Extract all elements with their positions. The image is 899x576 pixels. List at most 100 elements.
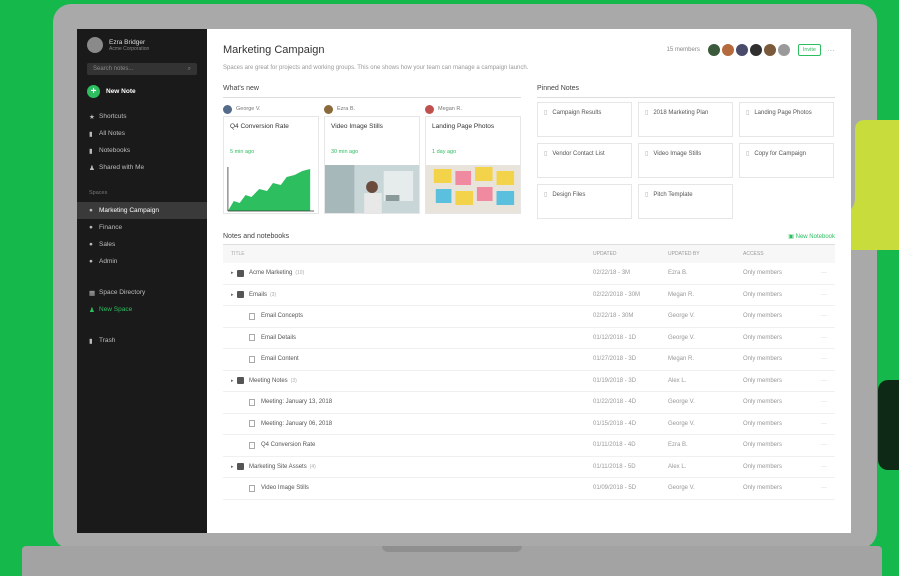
note-icon: ▯ — [544, 110, 548, 116]
sidebar-space-marketing[interactable]: ● Marketing Campaign — [77, 202, 207, 219]
account-switcher[interactable]: Ezra Bridger Acme Corporation — [77, 37, 207, 53]
sidebar-item-shared[interactable]: ♟ Shared with Me — [77, 159, 207, 176]
row-more-icon[interactable]: ··· — [821, 292, 827, 298]
table-row[interactable]: ▸ Meeting Notes (3) 01/19/2018 - 3D Alex L. O… — [223, 371, 835, 392]
sidebar-item-notebooks[interactable]: ▮ Notebooks — [77, 142, 207, 159]
sidebar-item-label: All Notes — [99, 130, 126, 137]
notebook-icon — [237, 269, 244, 277]
member-avatar[interactable] — [763, 44, 776, 56]
sidebar-space-admin[interactable]: ● Admin — [77, 253, 207, 270]
table-row[interactable]: ▸ Acme Marketing (10) 02/22/18 - 3M Ezra B. O… — [223, 263, 835, 285]
row-more-icon[interactable]: ··· — [821, 485, 827, 491]
row-updated: 01/11/2018 - 5D — [593, 463, 636, 470]
members-count[interactable]: 15 members — [666, 47, 699, 53]
member-avatar[interactable] — [707, 44, 720, 56]
table-row[interactable]: Email Details 01/12/2018 - 1D George V. Onl… — [223, 328, 835, 349]
table-row[interactable]: ▸ Emails (3) 02/22/2018 - 30M Megan R. Only m… — [223, 285, 835, 306]
new-note-button[interactable]: + New Note — [77, 85, 207, 98]
member-avatar[interactable] — [777, 44, 790, 56]
pinned-note[interactable]: ▯ 2018 Marketing Plan — [638, 102, 733, 137]
member-avatar[interactable] — [721, 44, 734, 56]
sidebar-space-directory[interactable]: ▦ Space Directory — [77, 284, 207, 301]
video-still-thumbnail — [325, 165, 419, 213]
table-row[interactable]: ▸ Marketing Site Assets (4) 01/11/2018 - 5D… — [223, 457, 835, 478]
sidebar-new-space[interactable]: ♟ New Space — [77, 301, 207, 318]
sidebar-item-shortcuts[interactable]: ★ Shortcuts — [77, 108, 207, 125]
row-updated-by: George V. — [668, 313, 695, 320]
notebook-icon — [237, 377, 244, 385]
account-name: Ezra Bridger — [109, 38, 146, 46]
row-updated-by: Megan R. — [668, 291, 695, 298]
row-updated: 01/19/2018 - 3D — [593, 377, 637, 384]
new-note-label: New Note — [106, 88, 136, 95]
whats-new-card[interactable]: George V. Q4 Conversion Rate 5 min ago — [223, 102, 319, 214]
row-more-icon[interactable]: ··· — [821, 356, 827, 362]
table-row[interactable]: Email Content 01/27/2018 - 3D Megan R. Only… — [223, 349, 835, 371]
table-row[interactable]: Video Image Stills 01/09/2018 - 5D George … — [223, 478, 835, 500]
space-icon: ● — [89, 241, 93, 248]
row-updated: 01/09/2018 - 5D — [593, 485, 637, 492]
sidebar-item-label: Sales — [99, 241, 116, 248]
pinned-note[interactable]: ▯ Campaign Results — [537, 102, 632, 137]
row-more-icon[interactable]: ··· — [821, 335, 827, 341]
table-row[interactable]: Meeting: January 06, 2018 01/15/2018 - 4D… — [223, 414, 835, 435]
member-avatar[interactable] — [749, 44, 762, 56]
table-row[interactable]: Email Concepts 02/22/18 - 30M George V. Onl… — [223, 306, 835, 328]
new-notebook-icon: ▣ — [788, 234, 796, 240]
sidebar-item-label: Space Directory — [99, 289, 146, 296]
column-updated[interactable]: UPDATED — [593, 251, 668, 257]
note-icon: ▮ — [89, 130, 93, 138]
row-updated: 01/11/2018 - 4D — [593, 442, 636, 449]
row-more-icon[interactable]: ··· — [821, 464, 827, 470]
row-access: Only members — [743, 485, 783, 492]
row-more-icon[interactable]: ··· — [821, 442, 827, 448]
sidebar-space-finance[interactable]: ● Finance — [77, 219, 207, 236]
search-input[interactable]: Search notes... ⌕ — [87, 63, 197, 75]
pinned-note-title: Campaign Results — [552, 110, 602, 116]
row-count: (10) — [295, 270, 305, 277]
pinned-note[interactable]: ▯ Landing Page Photos — [739, 102, 834, 137]
column-title[interactable]: TITLE — [231, 251, 593, 257]
row-more-icon[interactable]: ··· — [821, 421, 827, 427]
row-title: Marketing Site Assets — [249, 463, 307, 470]
row-access: Only members — [743, 420, 783, 427]
row-more-icon[interactable]: ··· — [821, 270, 827, 276]
row-count: (4) — [309, 463, 316, 470]
pinned-note[interactable]: ▯ Design Files — [537, 184, 632, 219]
pinned-note[interactable]: ▯ Vendor Contact List — [537, 143, 632, 178]
dark-decoration — [878, 380, 899, 470]
member-avatar[interactable] — [735, 44, 748, 56]
row-access: Only members — [743, 291, 783, 298]
row-more-icon[interactable]: ··· — [821, 313, 827, 319]
row-access: Only members — [743, 270, 783, 277]
whats-new-card[interactable]: Ezra B. Video Image Stills 30 min ago — [324, 102, 420, 214]
row-title-cell: Q4 Conversion Rate — [231, 441, 593, 449]
pinned-note[interactable]: ▯ Copy for Campaign — [739, 143, 834, 178]
sidebar-item-all-notes[interactable]: ▮ All Notes — [77, 125, 207, 142]
pinned-note[interactable]: ▯ Video Image Stills — [638, 143, 733, 178]
row-updated: 01/12/2018 - 1D — [593, 334, 637, 341]
row-updated: 02/22/18 - 3M — [593, 270, 631, 277]
column-updated-by[interactable]: UPDATED BY — [668, 251, 743, 257]
row-title-cell: Email Details — [231, 334, 593, 342]
column-access[interactable]: ACCESS — [743, 251, 821, 257]
row-access: Only members — [743, 377, 783, 384]
row-updated: 01/22/2018 - 4D — [593, 399, 637, 406]
table-row[interactable]: Q4 Conversion Rate 01/11/2018 - 4D Ezra B.… — [223, 435, 835, 457]
row-more-icon[interactable]: ··· — [821, 378, 827, 384]
row-updated: 02/22/18 - 30M — [593, 313, 634, 320]
row-access: Only members — [743, 356, 783, 363]
table-row[interactable]: Meeting: January 13, 2018 01/22/2018 - 4D… — [223, 392, 835, 414]
row-title: Email Details — [261, 334, 297, 341]
pinned-note[interactable]: ▯ Pitch Template — [638, 184, 733, 219]
new-notebook-button[interactable]: ▣ New Notebook — [788, 233, 835, 240]
row-title-cell: Meeting: January 13, 2018 — [231, 398, 593, 406]
invite-button[interactable]: Invite — [797, 44, 821, 56]
row-more-icon[interactable]: ··· — [821, 399, 827, 405]
whats-new-card[interactable]: Megan R. Landing Page Photos 1 day ago — [425, 102, 521, 214]
author-avatar — [223, 104, 232, 114]
sidebar-trash[interactable]: ▮ Trash — [77, 332, 207, 349]
sidebar-item-label: New Space — [99, 306, 133, 313]
more-icon[interactable]: ··· — [827, 46, 835, 55]
sidebar-space-sales[interactable]: ● Sales — [77, 236, 207, 253]
